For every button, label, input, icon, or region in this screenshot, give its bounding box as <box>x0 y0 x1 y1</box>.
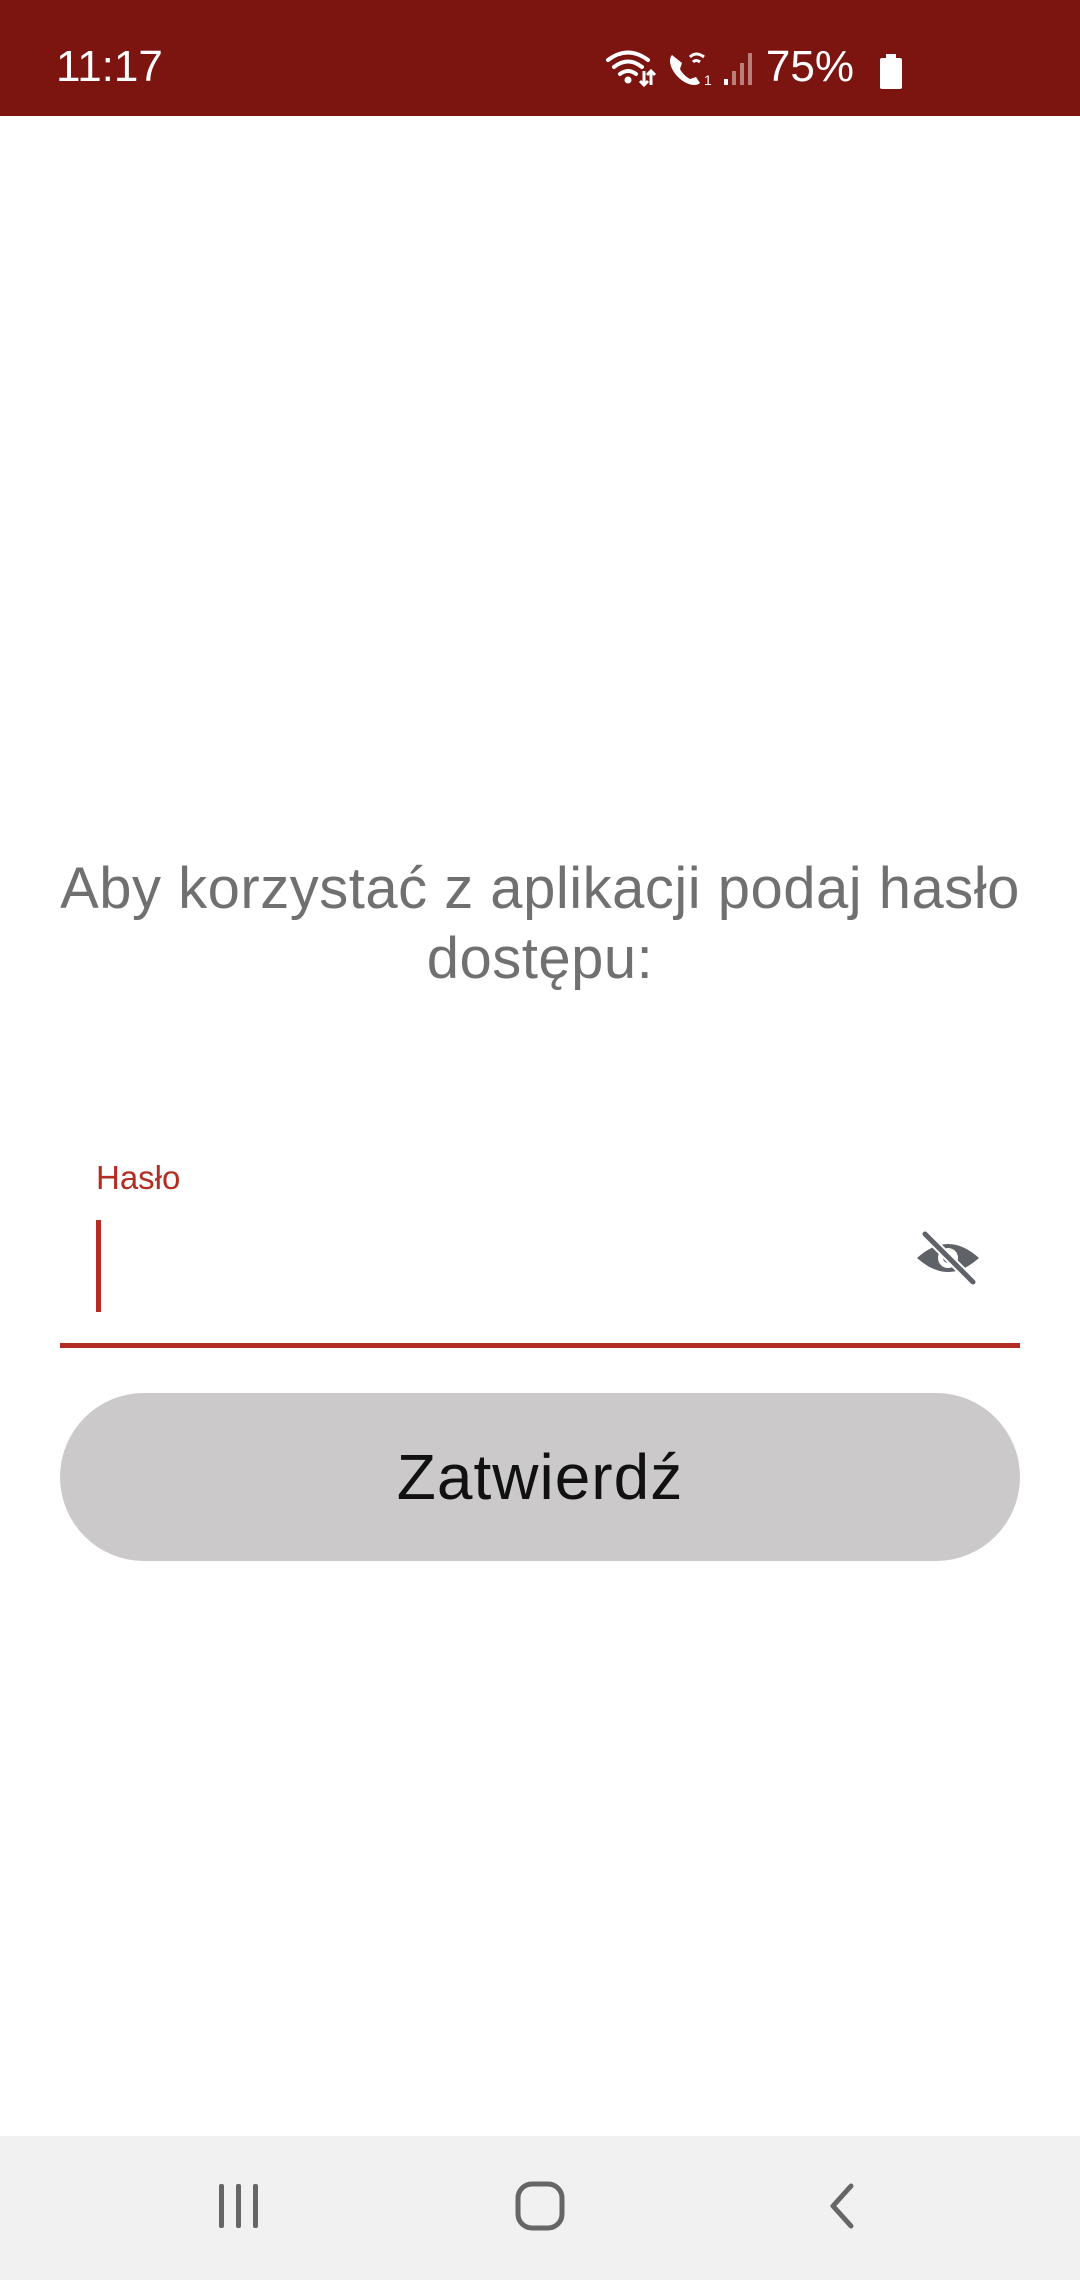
password-underline <box>60 1343 1020 1348</box>
status-time: 11:17 <box>56 42 163 91</box>
status-icons: 1 75% <box>604 42 854 92</box>
navigation-bar <box>0 2136 1080 2280</box>
svg-text:1: 1 <box>704 72 712 87</box>
eye-off-icon <box>913 1228 983 1293</box>
battery-percent: 75% <box>765 42 854 91</box>
wifi-icon <box>604 47 656 87</box>
login-screen: Aby korzystać z aplikacji podaj hasło do… <box>0 116 1080 2136</box>
back-button[interactable] <box>798 2168 888 2248</box>
password-prompt: Aby korzystać z aplikacji podaj hasło do… <box>60 856 1020 991</box>
home-button[interactable] <box>495 2168 585 2248</box>
recent-apps-icon <box>214 2181 264 2236</box>
battery-icon <box>878 54 904 95</box>
home-icon <box>514 2180 566 2237</box>
password-visibility-toggle[interactable] <box>912 1224 984 1296</box>
wifi-call-icon: 1 <box>664 47 714 87</box>
back-icon <box>823 2180 863 2237</box>
password-label: Hasło <box>96 1159 181 1196</box>
status-bar: 11:17 1 75% <box>0 0 1080 116</box>
recent-apps-button[interactable] <box>194 2168 284 2248</box>
submit-button[interactable]: Zatwierdź <box>60 1393 1020 1561</box>
text-caret <box>96 1220 101 1312</box>
password-input[interactable] <box>96 1220 916 1316</box>
signal-icon <box>722 47 758 87</box>
password-field[interactable]: Hasło <box>60 1146 1020 1348</box>
